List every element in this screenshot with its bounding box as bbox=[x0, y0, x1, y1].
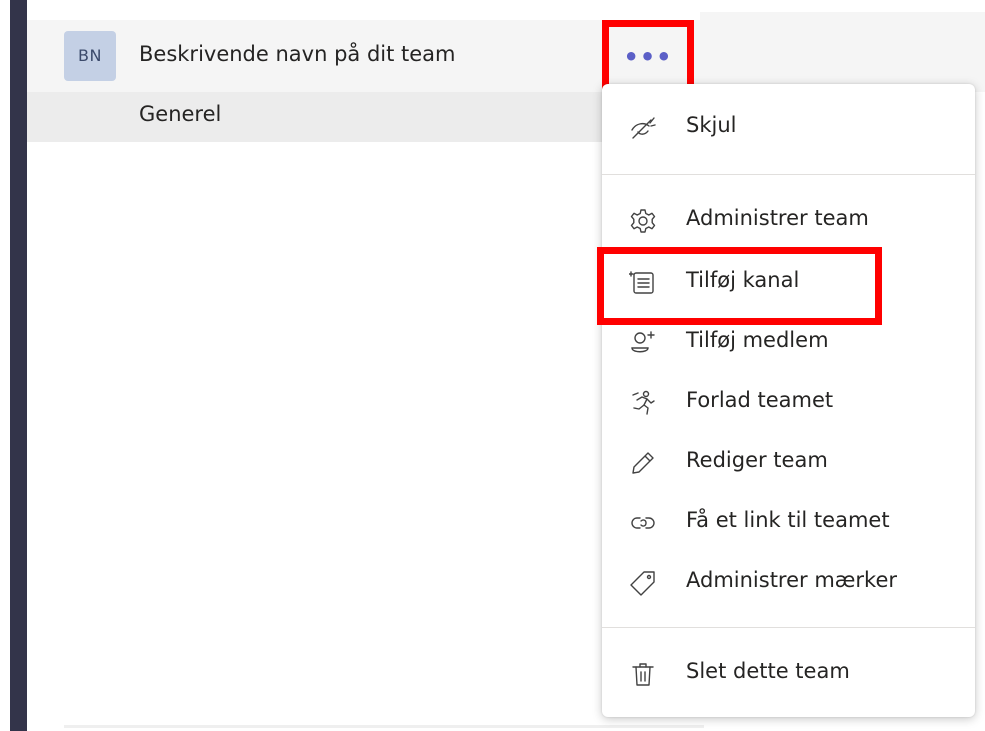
menu-divider bbox=[602, 627, 975, 628]
menu-item-add-channel[interactable]: Tilføj kanal bbox=[602, 253, 975, 313]
more-options-icon: ••• bbox=[623, 43, 673, 71]
team-name[interactable]: Beskrivende navn på dit team bbox=[139, 42, 456, 66]
team-avatar: BN bbox=[64, 31, 116, 81]
teams-screen: BN Beskrivende navn på dit team ••• Gene… bbox=[0, 0, 985, 731]
menu-item-manage-tags[interactable]: Administrer mærker bbox=[602, 553, 975, 613]
link-icon bbox=[629, 509, 657, 537]
channel-name: Generel bbox=[139, 102, 222, 126]
panel-bottom-divider bbox=[64, 725, 704, 728]
gear-icon bbox=[629, 207, 657, 235]
leave-icon bbox=[629, 389, 657, 417]
menu-item-leave-team[interactable]: Forlad teamet bbox=[602, 373, 975, 433]
menu-item-label: Administrer team bbox=[686, 206, 869, 230]
menu-item-label: Skjul bbox=[686, 113, 737, 137]
left-edge bbox=[0, 0, 10, 731]
menu-item-label: Administrer mærker bbox=[686, 568, 898, 592]
menu-item-manage-team[interactable]: Administrer team bbox=[602, 191, 975, 251]
hide-icon bbox=[629, 114, 657, 142]
menu-item-add-member[interactable]: Tilføj medlem bbox=[602, 313, 975, 373]
menu-item-label: Slet dette team bbox=[686, 659, 850, 683]
menu-item-label: Forlad teamet bbox=[686, 388, 834, 412]
tag-icon bbox=[629, 569, 657, 597]
team-row[interactable]: BN Beskrivende navn på dit team bbox=[27, 20, 700, 92]
panel-right-background bbox=[700, 12, 985, 92]
menu-item-label: Rediger team bbox=[686, 448, 828, 472]
trash-icon bbox=[629, 660, 657, 688]
menu-item-label: Tilføj kanal bbox=[686, 268, 800, 292]
app-rail bbox=[10, 0, 27, 731]
panel-top bbox=[27, 0, 985, 12]
pencil-icon bbox=[629, 449, 657, 477]
team-options-menu: Skjul Administrer team Tilføj kanal Tilf… bbox=[602, 84, 975, 717]
menu-item-label: Få et link til teamet bbox=[686, 508, 890, 532]
menu-item-edit-team[interactable]: Rediger team bbox=[602, 433, 975, 493]
add-channel-icon bbox=[629, 269, 657, 297]
add-member-icon bbox=[629, 329, 657, 357]
menu-item-delete-team[interactable]: Slet dette team bbox=[602, 644, 975, 704]
channel-item-generel[interactable]: Generel bbox=[27, 92, 602, 142]
menu-divider bbox=[602, 174, 975, 175]
menu-item-get-link[interactable]: Få et link til teamet bbox=[602, 493, 975, 553]
menu-item-hide[interactable]: Skjul bbox=[602, 98, 975, 158]
menu-item-label: Tilføj medlem bbox=[686, 328, 829, 352]
